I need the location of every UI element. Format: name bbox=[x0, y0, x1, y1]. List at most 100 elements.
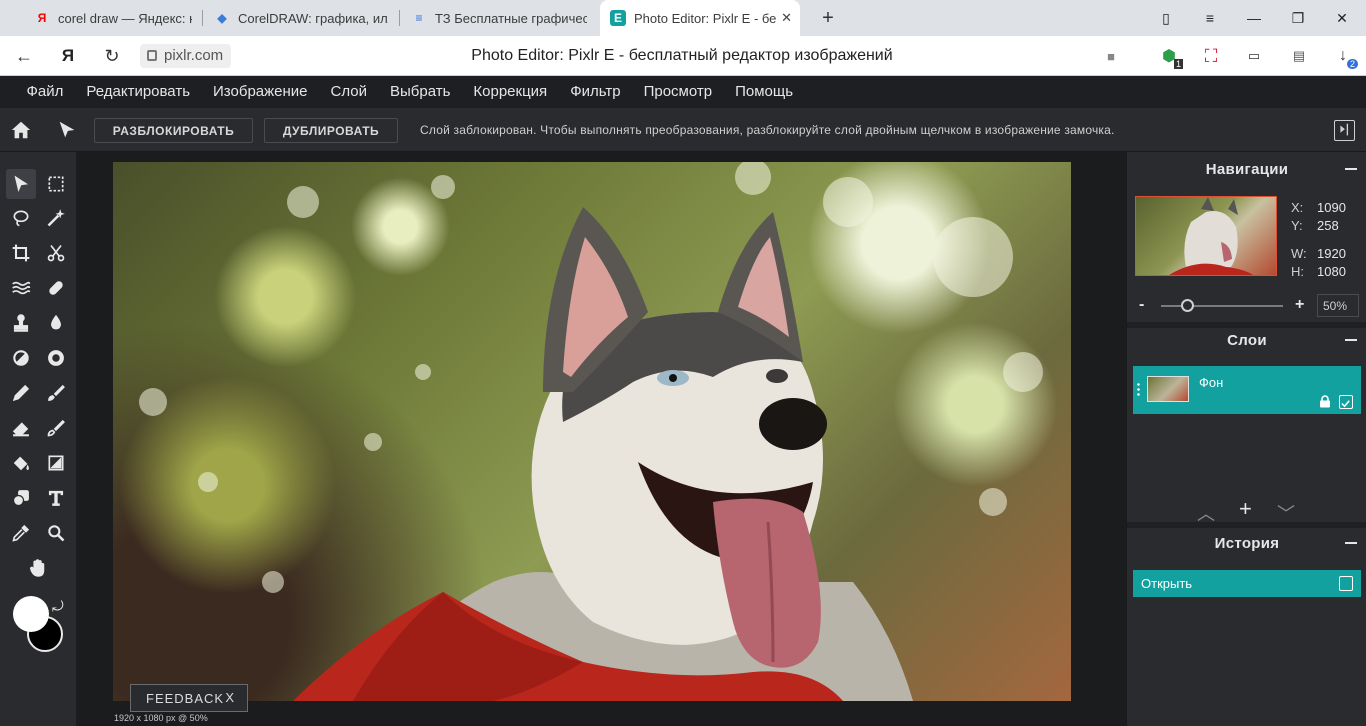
download-icon[interactable]: ↓ 2 bbox=[1332, 45, 1358, 69]
tab-separator bbox=[202, 10, 203, 26]
minimize-icon[interactable]: — bbox=[1234, 0, 1274, 36]
stamp-icon bbox=[13, 314, 29, 332]
zoom-slider-handle[interactable] bbox=[1181, 299, 1194, 312]
gradient-tool[interactable] bbox=[41, 448, 71, 478]
zoom-value-field[interactable]: 50% bbox=[1317, 294, 1359, 317]
crop-tool[interactable] bbox=[6, 238, 36, 268]
menu-edit[interactable]: Редактировать bbox=[75, 76, 202, 108]
canvas-workspace[interactable]: FEEDBACK X 1920 x 1080 px @ 50% bbox=[76, 152, 1126, 726]
feedback-button[interactable]: FEEDBACK X bbox=[130, 684, 248, 712]
history-title: История bbox=[1214, 534, 1280, 552]
pen-tool[interactable] bbox=[6, 378, 36, 408]
navigator-preview-image bbox=[1169, 197, 1254, 275]
eyedropper-tool[interactable] bbox=[6, 518, 36, 548]
paint-bucket-icon bbox=[13, 456, 29, 471]
menu-layer[interactable]: Слой bbox=[319, 76, 378, 108]
shield-extension-icon[interactable]: ⬢ 1 bbox=[1158, 45, 1183, 69]
back-icon[interactable]: ← bbox=[12, 44, 36, 68]
husky-photo-canvas[interactable] bbox=[113, 162, 1071, 701]
menu-select[interactable]: Выбрать bbox=[379, 76, 462, 108]
menu-adjustment[interactable]: Коррекция bbox=[462, 76, 559, 108]
dodge-tool[interactable] bbox=[6, 343, 36, 373]
menu-filter[interactable]: Фильтр bbox=[559, 76, 632, 108]
browser-tab-coreldraw[interactable]: ◆ CorelDRAW: графика, илл bbox=[204, 0, 398, 36]
yandex-home-icon[interactable]: Я bbox=[56, 44, 80, 68]
smudge-tool[interactable] bbox=[41, 413, 71, 443]
zoom-tool[interactable] bbox=[41, 518, 71, 548]
zoom-slider-track[interactable] bbox=[1161, 305, 1283, 307]
text-tool[interactable] bbox=[41, 483, 71, 513]
image-status: 1920 x 1080 px @ 50% bbox=[114, 713, 208, 723]
collapse-layers-icon[interactable] bbox=[1345, 339, 1357, 341]
fill-tool[interactable] bbox=[6, 448, 36, 478]
clone-stamp-tool[interactable] bbox=[6, 308, 36, 338]
brush-tool[interactable] bbox=[41, 378, 71, 408]
history-header[interactable]: История bbox=[1127, 526, 1366, 560]
browser-tab-yandex[interactable]: Я corel draw — Яндекс: наш bbox=[24, 0, 202, 36]
shape-tool[interactable] bbox=[6, 483, 36, 513]
url-field[interactable]: pixlr.com bbox=[140, 44, 232, 68]
feedback-close-icon[interactable]: X bbox=[225, 690, 235, 705]
zoom-out-button[interactable]: - bbox=[1139, 296, 1144, 314]
tab-close-icon[interactable]: ✕ bbox=[781, 10, 792, 26]
toggle-panels-icon[interactable] bbox=[1334, 120, 1355, 141]
y-value: 258 bbox=[1317, 218, 1339, 233]
drag-handle-icon[interactable] bbox=[1137, 382, 1140, 398]
liquify-tool[interactable] bbox=[6, 273, 36, 303]
battery-icon[interactable]: ▭ bbox=[1243, 45, 1265, 67]
browser-tab-bar: Я corel draw — Яндекс: наш ◆ CorelDRAW: … bbox=[0, 0, 1366, 36]
drop-icon bbox=[51, 314, 61, 330]
nav-h-readout: H: 1080 bbox=[1291, 264, 1363, 279]
h-value: 1080 bbox=[1317, 264, 1346, 279]
swap-colors-icon[interactable]: ⤾ bbox=[52, 598, 64, 615]
menu-view[interactable]: Просмотр bbox=[632, 76, 724, 108]
reload-icon[interactable]: ↻ bbox=[100, 44, 124, 68]
layers-header[interactable]: Слои bbox=[1127, 323, 1366, 357]
tab-label: ТЗ Бесплатные графическ bbox=[435, 10, 587, 26]
lock-icon[interactable] bbox=[1319, 395, 1331, 408]
scissors-icon bbox=[47, 244, 65, 262]
home-icon[interactable] bbox=[10, 119, 32, 141]
arrange-tool[interactable] bbox=[6, 169, 36, 199]
document-check-icon[interactable]: ▤ bbox=[1288, 45, 1310, 67]
layer-item[interactable]: Фон bbox=[1133, 366, 1361, 414]
layer-visibility-checkbox[interactable] bbox=[1339, 395, 1353, 409]
arrange-tool-icon[interactable] bbox=[56, 119, 78, 141]
cutout-tool[interactable] bbox=[41, 238, 71, 268]
screenshot-extension-icon[interactable]: ⛶ bbox=[1200, 45, 1222, 67]
collapse-history-icon[interactable] bbox=[1345, 542, 1357, 544]
foreground-color-swatch[interactable] bbox=[13, 596, 49, 632]
marquee-tool[interactable] bbox=[41, 169, 71, 199]
bookmarks-panel-icon[interactable]: ▯ bbox=[1146, 0, 1186, 36]
restore-icon[interactable]: ❐ bbox=[1278, 0, 1318, 36]
sponge-tool[interactable] bbox=[41, 343, 71, 373]
menu-help[interactable]: Помощь bbox=[724, 76, 805, 108]
hand-tool[interactable] bbox=[23, 553, 53, 583]
brush-icon bbox=[48, 384, 65, 401]
browser-tab-pixlr[interactable]: E Photo Editor: Pixlr E - бе ✕ bbox=[600, 0, 800, 36]
menu-file[interactable]: Файл bbox=[15, 76, 75, 108]
unlock-button[interactable]: РАЗБЛОКИРОВАТЬ bbox=[94, 118, 253, 143]
zoom-in-button[interactable]: + bbox=[1295, 296, 1304, 314]
heal-tool[interactable] bbox=[41, 273, 71, 303]
bookmark-icon[interactable]: ■ bbox=[1100, 45, 1122, 67]
tab-label: CorelDRAW: графика, илл bbox=[238, 10, 388, 26]
wand-tool[interactable] bbox=[41, 203, 71, 233]
navigator-header[interactable]: Навигации bbox=[1127, 152, 1366, 186]
tab-label: Photo Editor: Pixlr E - бе bbox=[634, 10, 776, 26]
browser-tab-docs[interactable]: ≡ ТЗ Бесплатные графическ bbox=[401, 0, 597, 36]
menu-image[interactable]: Изображение bbox=[202, 76, 320, 108]
close-window-icon[interactable]: ✕ bbox=[1322, 0, 1362, 36]
menu-icon[interactable]: ≡ bbox=[1190, 0, 1230, 36]
history-item[interactable]: Открыть bbox=[1133, 570, 1361, 597]
add-layer-icon[interactable]: + bbox=[1239, 496, 1252, 522]
duplicate-button[interactable]: ДУБЛИРОВАТЬ bbox=[264, 118, 398, 143]
extension-badge: 1 bbox=[1173, 59, 1183, 69]
blur-tool[interactable] bbox=[41, 308, 71, 338]
navigator-thumbnail[interactable] bbox=[1135, 196, 1277, 276]
collapse-navigator-icon[interactable] bbox=[1345, 168, 1357, 170]
eraser-tool[interactable] bbox=[6, 413, 36, 443]
w-label: W: bbox=[1291, 246, 1307, 261]
new-tab-button[interactable]: + bbox=[816, 6, 840, 30]
lasso-tool[interactable] bbox=[6, 203, 36, 233]
